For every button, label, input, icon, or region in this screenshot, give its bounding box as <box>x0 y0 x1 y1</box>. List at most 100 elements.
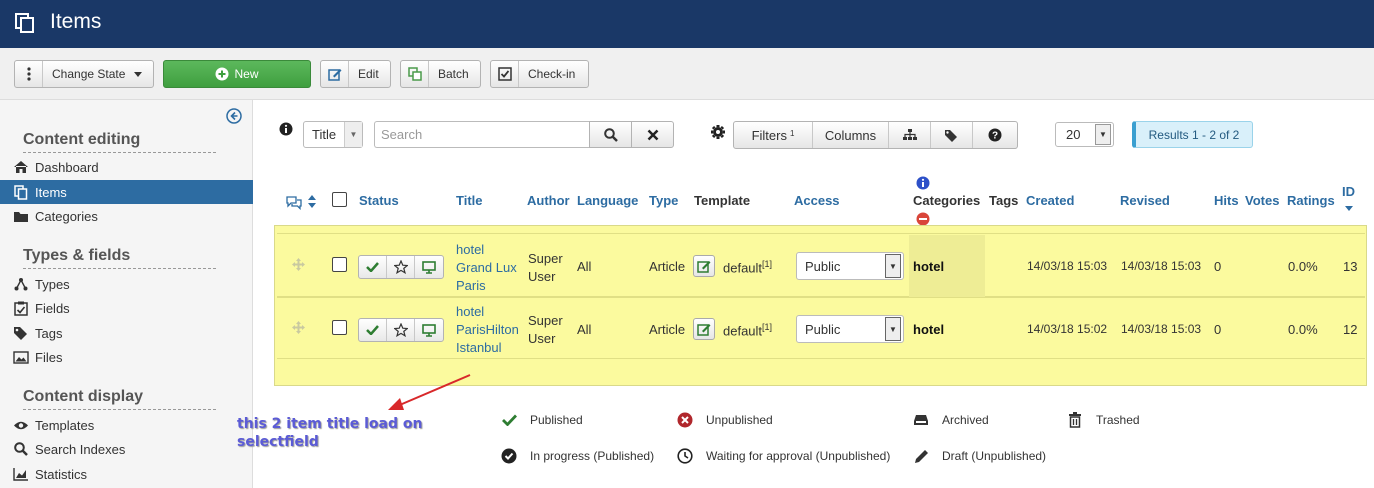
sidebar-item-search-indexes[interactable]: Search Indexes <box>0 437 253 461</box>
column-author[interactable]: Author <box>527 193 570 208</box>
clear-search-button[interactable] <box>631 121 674 148</box>
times-circle-icon <box>676 411 694 429</box>
comments-icon[interactable] <box>286 196 302 210</box>
access-select[interactable]: Public ▼ <box>796 315 904 343</box>
hierarchy-button[interactable] <box>889 122 931 148</box>
results-badge: Results 1 - 2 of 2 <box>1132 121 1253 148</box>
sitemap-icon <box>902 129 917 140</box>
caret-down-icon: ▼ <box>1095 124 1111 145</box>
list-limit-select[interactable]: 20 ▼ <box>1055 122 1114 147</box>
access-select[interactable]: Public ▼ <box>796 252 904 280</box>
sidebar-heading-content-display: Content display <box>23 388 216 410</box>
featured-toggle[interactable] <box>387 319 415 341</box>
id-cell: 13 <box>1343 259 1358 274</box>
sidebar-item-categories[interactable]: Categories <box>0 204 253 228</box>
batch-button[interactable]: Batch <box>400 60 481 88</box>
item-title-link[interactable]: hotel ParisHilton Istanbul <box>456 303 519 357</box>
column-status[interactable]: Status <box>359 193 399 208</box>
sort-icon[interactable] <box>308 195 316 208</box>
annotation-arrow <box>388 374 471 410</box>
column-ratings[interactable]: Ratings <box>1287 193 1335 208</box>
checkin-button[interactable]: Check-in <box>490 60 589 88</box>
drag-handle-icon[interactable] <box>292 321 305 334</box>
access-toggle[interactable] <box>415 319 443 341</box>
column-hits[interactable]: Hits <box>1214 193 1239 208</box>
category-cell: hotel <box>913 259 945 274</box>
column-template: Template <box>694 193 751 208</box>
column-id[interactable]: ID <box>1342 184 1355 199</box>
author-link[interactable]: Super User <box>528 250 563 286</box>
column-tags: Tags <box>989 193 1019 208</box>
column-revised[interactable]: Revised <box>1120 193 1170 208</box>
sidebar-item-fields[interactable]: Fields <box>0 296 253 320</box>
edit-button[interactable]: Edit <box>320 60 391 88</box>
column-access[interactable]: Access <box>794 193 840 208</box>
tags-filter-button[interactable] <box>931 122 973 148</box>
row-checkbox[interactable] <box>332 257 347 272</box>
search-button[interactable] <box>589 121 632 148</box>
header-bar: Items <box>0 0 1374 48</box>
author-link[interactable]: Super User <box>528 312 563 348</box>
help-button[interactable]: ? <box>973 122 1017 148</box>
row-checkbox[interactable] <box>332 320 347 335</box>
language-cell: All <box>577 322 592 337</box>
access-toggle[interactable] <box>415 256 443 278</box>
drag-handle-icon[interactable] <box>292 258 305 271</box>
featured-toggle[interactable] <box>387 256 415 278</box>
column-language[interactable]: Language <box>577 193 638 208</box>
sidebar-item-items[interactable]: Items <box>0 180 253 204</box>
sidebar-item-dashboard[interactable]: Dashboard <box>0 155 253 179</box>
change-state-button[interactable]: Change State <box>14 60 154 88</box>
caret-down-icon: ▼ <box>885 317 901 341</box>
item-title-link[interactable]: hotel Grand Lux Paris <box>456 241 517 295</box>
remove-icon[interactable] <box>916 212 930 226</box>
clock-icon <box>676 447 694 465</box>
tags-icon <box>12 325 30 341</box>
check-icon <box>366 262 379 272</box>
new-button[interactable]: New <box>163 60 311 88</box>
toolbar: Change State New Edit Batch Check-in <box>0 48 1374 100</box>
legend-in-progress: In progress (Published) <box>500 447 654 465</box>
created-cell: 14/03/18 15:02 <box>1027 322 1108 336</box>
annotation-note: this 2 item title load on selectfield <box>237 416 423 450</box>
columns-button[interactable]: Columns <box>813 122 889 148</box>
pencil-icon <box>912 447 930 465</box>
column-categories: Categories <box>913 193 981 208</box>
gear-icon[interactable] <box>710 124 726 140</box>
svg-text:?: ? <box>992 131 998 142</box>
star-icon <box>393 260 408 274</box>
table-divider <box>277 233 1365 234</box>
sidebar-item-statistics[interactable]: Statistics <box>0 462 253 486</box>
close-icon <box>647 129 658 140</box>
check-circle-icon <box>500 447 518 465</box>
column-type[interactable]: Type <box>649 193 678 208</box>
category-cell: hotel <box>913 322 945 337</box>
sidebar-item-templates[interactable]: Templates <box>0 413 253 437</box>
caret-down-icon <box>134 71 143 77</box>
caret-down-icon: ▼ <box>344 122 362 147</box>
eye-icon <box>12 417 30 433</box>
column-title[interactable]: Title <box>456 193 483 208</box>
template-edit-button[interactable] <box>693 318 715 340</box>
info-icon[interactable] <box>916 176 930 190</box>
template-cell: default[1] <box>723 259 773 276</box>
status-buttons <box>358 318 444 342</box>
search-input[interactable] <box>374 121 590 148</box>
published-toggle[interactable] <box>359 256 387 278</box>
legend-archived: Archived <box>912 411 989 429</box>
sidebar-item-files[interactable]: Files <box>0 345 253 369</box>
template-edit-button[interactable] <box>693 255 715 277</box>
sidebar-item-types[interactable]: Types <box>0 272 253 296</box>
filters-button[interactable]: Filters 1 <box>734 122 813 148</box>
column-votes[interactable]: Votes <box>1245 193 1279 208</box>
select-all-checkbox[interactable] <box>332 192 347 207</box>
status-buttons <box>358 255 444 279</box>
tree-icon <box>12 276 30 292</box>
sidebar-item-tags[interactable]: Tags <box>0 321 253 345</box>
info-icon[interactable] <box>279 122 293 136</box>
published-toggle[interactable] <box>359 319 387 341</box>
search-field-select[interactable]: Title ▼ <box>303 121 363 148</box>
collapse-left-icon[interactable] <box>226 108 242 124</box>
column-created[interactable]: Created <box>1026 193 1074 208</box>
page-title: Items <box>50 10 102 33</box>
